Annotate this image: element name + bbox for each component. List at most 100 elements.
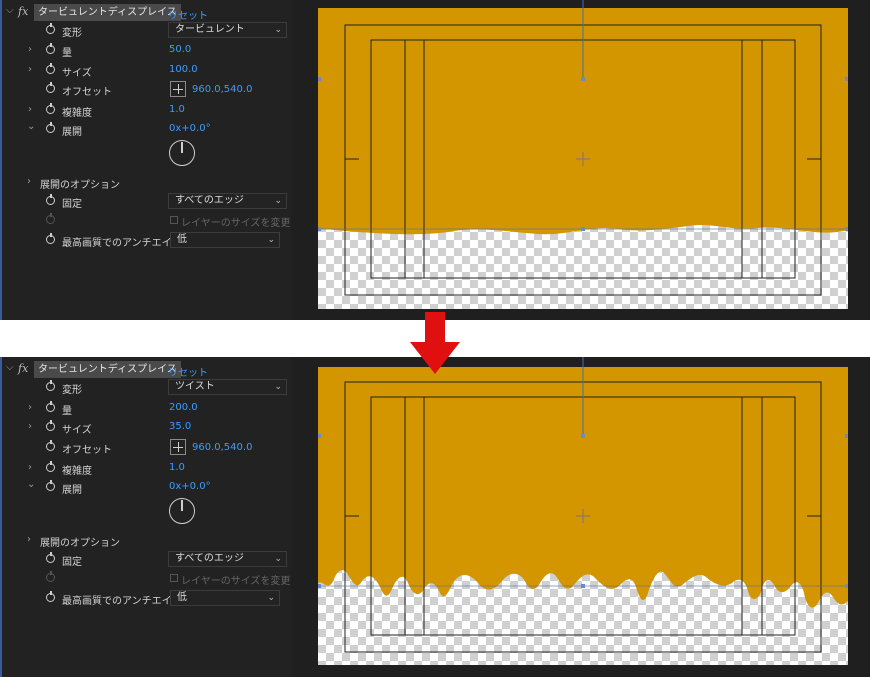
angle-dial[interactable] — [169, 140, 195, 166]
complexity-value[interactable]: 1.0 — [169, 104, 185, 115]
collapse-chevron-icon[interactable]: ⌵ — [6, 362, 14, 373]
reset-link[interactable]: リセット — [168, 364, 208, 379]
stopwatch-icon[interactable] — [46, 591, 55, 602]
stopwatch-icon — [46, 213, 55, 224]
offset-value[interactable]: 960.0,540.0 — [192, 442, 252, 453]
effect-name[interactable]: タービュレントディスプレイス — [34, 361, 181, 378]
prop-displacement: 変形 ツイスト ⌄ — [2, 379, 291, 398]
expand-chevron-icon[interactable]: › — [28, 44, 32, 55]
crosshair-icon[interactable] — [170, 81, 186, 97]
prop-antialias: 最高画質でのアンチエイリ 低 ⌄ — [2, 232, 291, 251]
evolution-value[interactable]: 0x+0.0° — [169, 123, 211, 134]
prop-pinning: 固定 すべてのエッジ ⌄ — [2, 551, 291, 570]
stopwatch-icon[interactable] — [46, 122, 55, 133]
prop-amount: › 量 50.0 — [2, 42, 291, 61]
stopwatch-icon[interactable] — [46, 461, 55, 472]
offset-value[interactable]: 960.0,540.0 — [192, 84, 252, 95]
prop-evolution: ⌄ 展開 0x+0.0° — [2, 479, 291, 498]
expand-chevron-icon[interactable]: › — [28, 421, 32, 432]
displacement-dropdown[interactable]: タービュレント ⌄ — [168, 22, 287, 38]
prop-offset: オフセット 960.0,540.0 — [2, 81, 291, 100]
prop-label: サイズ — [62, 68, 92, 79]
stopwatch-icon[interactable] — [46, 82, 55, 93]
resize-layer-checkbox[interactable] — [170, 574, 178, 582]
expand-chevron-icon[interactable]: › — [28, 104, 32, 115]
prop-label: 固定 — [62, 199, 82, 210]
chevron-down-icon: ⌄ — [274, 554, 282, 564]
resize-layer-checkbox[interactable] — [170, 216, 178, 224]
stopwatch-icon[interactable] — [46, 380, 55, 391]
fx-icon[interactable]: fx — [18, 362, 28, 375]
prop-resize-layer: レイヤーのサイズを変更 — [2, 212, 291, 231]
prop-pinning: 固定 すべてのエッジ ⌄ — [2, 193, 291, 212]
expand-chevron-icon[interactable]: › — [28, 462, 32, 473]
prop-displacement: 変形 タービュレント ⌄ — [2, 22, 291, 41]
prop-label: 最高画質でのアンチエイリ — [62, 238, 182, 249]
prop-amount: › 量 200.0 — [2, 400, 291, 419]
chevron-down-icon: ⌄ — [274, 382, 282, 392]
collapse-chevron-icon[interactable]: ⌄ — [27, 121, 35, 132]
prop-label: 展開 — [62, 485, 82, 496]
expand-chevron-icon[interactable]: › — [28, 64, 32, 75]
fx-icon[interactable]: fx — [18, 5, 28, 18]
prop-resize-layer: レイヤーのサイズを変更 — [2, 570, 291, 589]
chevron-down-icon: ⌄ — [274, 196, 282, 206]
stopwatch-icon[interactable] — [46, 23, 55, 34]
prop-label: 固定 — [62, 557, 82, 568]
size-value[interactable]: 35.0 — [169, 421, 191, 432]
checkbox-label: レイヤーのサイズを変更 — [181, 218, 291, 229]
antialias-dropdown[interactable]: 低 ⌄ — [170, 232, 280, 248]
prop-label: 展開 — [62, 127, 82, 138]
stopwatch-icon[interactable] — [46, 420, 55, 431]
expand-chevron-icon[interactable]: › — [28, 402, 32, 413]
stopwatch-icon[interactable] — [46, 552, 55, 563]
prop-complexity: › 複雑度 1.0 — [2, 460, 291, 479]
prop-label: オフセット — [62, 87, 112, 98]
prop-evolution-options: › 展開のオプション — [2, 174, 291, 193]
reset-link[interactable]: リセット — [168, 7, 208, 22]
prop-label: 量 — [62, 48, 72, 59]
composition-viewer[interactable] — [318, 357, 848, 677]
prop-label: 最高画質でのアンチエイリ — [62, 596, 182, 607]
stopwatch-icon[interactable] — [46, 480, 55, 491]
chevron-down-icon: ⌄ — [274, 25, 282, 35]
collapse-chevron-icon[interactable]: ⌄ — [27, 479, 35, 490]
stopwatch-icon — [46, 571, 55, 582]
effect-name[interactable]: タービュレントディスプレイス — [34, 4, 181, 21]
prop-evolution: ⌄ 展開 0x+0.0° — [2, 121, 291, 140]
stopwatch-icon[interactable] — [46, 194, 55, 205]
size-value[interactable]: 100.0 — [169, 64, 198, 75]
prop-label: 複雑度 — [62, 466, 92, 477]
amount-value[interactable]: 200.0 — [169, 402, 198, 413]
prop-label: オフセット — [62, 445, 112, 456]
pinning-dropdown[interactable]: すべてのエッジ ⌄ — [168, 193, 287, 209]
angle-dial[interactable] — [169, 498, 195, 524]
amount-value[interactable]: 50.0 — [169, 44, 191, 55]
evolution-value[interactable]: 0x+0.0° — [169, 481, 211, 492]
stopwatch-icon[interactable] — [46, 440, 55, 451]
prop-evolution-options: › 展開のオプション — [2, 532, 291, 551]
stopwatch-icon[interactable] — [46, 63, 55, 74]
stopwatch-icon[interactable] — [46, 233, 55, 244]
prop-offset: オフセット 960.0,540.0 — [2, 439, 291, 458]
antialias-dropdown[interactable]: 低 ⌄ — [170, 590, 280, 606]
stopwatch-icon[interactable] — [46, 401, 55, 412]
chevron-down-icon: ⌄ — [267, 235, 275, 245]
chevron-down-icon: ⌄ — [267, 593, 275, 603]
stopwatch-icon[interactable] — [46, 43, 55, 54]
prop-complexity: › 複雑度 1.0 — [2, 102, 291, 121]
expand-chevron-icon[interactable]: › — [27, 176, 31, 187]
prop-size: › サイズ 35.0 — [2, 419, 291, 438]
stopwatch-icon[interactable] — [46, 103, 55, 114]
crosshair-icon[interactable] — [170, 439, 186, 455]
pinning-dropdown[interactable]: すべてのエッジ ⌄ — [168, 551, 287, 567]
collapse-chevron-icon[interactable]: ⌵ — [6, 5, 14, 16]
expand-chevron-icon[interactable]: › — [27, 534, 31, 545]
composition-viewer[interactable] — [318, 0, 848, 320]
effect-header: ⌵ fx タービュレントディスプレイス リセット — [2, 3, 291, 22]
prop-label: 展開のオプション — [40, 538, 120, 549]
complexity-value[interactable]: 1.0 — [169, 462, 185, 473]
prop-antialias: 最高画質でのアンチエイリ 低 ⌄ — [2, 590, 291, 609]
displacement-dropdown[interactable]: ツイスト ⌄ — [168, 379, 287, 395]
prop-label: 展開のオプション — [40, 180, 120, 191]
